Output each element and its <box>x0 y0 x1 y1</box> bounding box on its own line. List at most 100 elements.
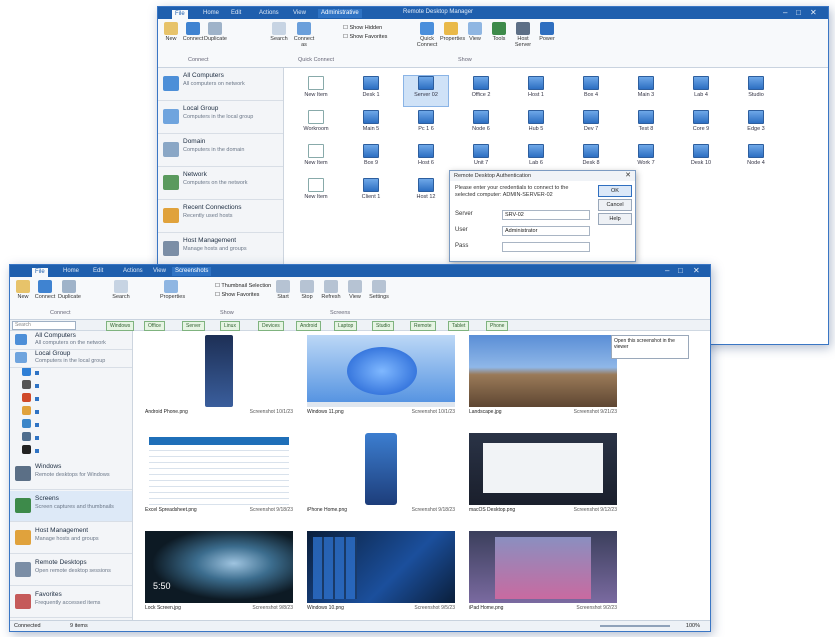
auth-password-field[interactable] <box>502 242 590 252</box>
screenshot-thumbnail[interactable]: Android Phone.png Screenshot 10/1/23 <box>145 335 293 425</box>
apple-icon[interactable] <box>22 380 31 389</box>
back-duplicate-button[interactable]: Duplicate <box>204 22 227 42</box>
front-new-button[interactable]: New <box>12 280 34 300</box>
back-properties-button[interactable]: Properties <box>440 22 465 42</box>
front-maximize-icon[interactable]: □ <box>678 266 683 275</box>
file-item[interactable]: Node 6 <box>459 110 503 140</box>
front-sidebar-item[interactable]: Remote Desktops Open remote desktop sessi… <box>10 555 132 586</box>
filter-chip[interactable]: Tablet <box>448 321 470 331</box>
front-contextual-tab[interactable]: Screenshots <box>172 267 212 276</box>
file-item[interactable]: Workroom <box>294 110 338 140</box>
filter-chip[interactable]: Phone <box>486 321 509 331</box>
auth-help-button[interactable]: Help <box>598 213 632 225</box>
front-tab-actions[interactable]: Actions <box>120 267 146 276</box>
file-item[interactable]: Host 12 <box>404 178 448 208</box>
file-item[interactable]: New Item <box>294 76 338 106</box>
file-item[interactable]: Desk 10 <box>679 144 723 174</box>
filter-chip[interactable]: Linux <box>220 321 240 331</box>
back-option-hidden[interactable]: ☐ Show Hidden <box>343 25 382 31</box>
file-item[interactable]: Server 02 <box>403 75 449 107</box>
back-sidebar-item[interactable]: All Computers All computers on network <box>158 68 283 101</box>
back-contextual-tab[interactable]: Administrative <box>318 9 362 18</box>
back-tab-home[interactable]: Home <box>200 9 222 18</box>
file-item[interactable]: New Item <box>294 178 338 208</box>
front-tab-home[interactable]: Home <box>60 267 82 276</box>
screenshot-thumbnail[interactable]: macOS Desktop.png Screenshot 9/12/23 <box>469 433 617 523</box>
file-item[interactable]: Test 8 <box>624 110 668 140</box>
file-item[interactable]: Core 9 <box>679 110 723 140</box>
file-item[interactable]: Desk 1 <box>349 76 393 106</box>
auth-user-field[interactable]: Administrator <box>502 226 590 236</box>
file-item[interactable]: Lab 4 <box>679 76 723 106</box>
windows-icon[interactable] <box>22 367 31 376</box>
file-item[interactable]: Host 1 <box>514 76 558 106</box>
front-tab-edit[interactable]: Edit <box>90 267 106 276</box>
zoom-slider[interactable] <box>600 625 670 627</box>
back-quickconnect-button[interactable]: Quick Connect <box>416 22 438 48</box>
screenshot-thumbnail[interactable]: Windows 10.png Screenshot 9/5/23 <box>307 531 455 621</box>
front-properties-button[interactable]: Properties <box>160 280 185 300</box>
front-minimize-icon[interactable]: – <box>665 266 669 275</box>
front-tab-file[interactable]: File <box>32 268 48 277</box>
filter-chip[interactable]: Office <box>144 321 165 331</box>
screenshot-thumbnail[interactable]: iPhone Home.png Screenshot 9/18/23 <box>307 433 455 523</box>
back-tab-file[interactable]: File <box>172 10 188 19</box>
front-sidebar-item[interactable]: Windows Remote desktops for Windows <box>10 459 132 490</box>
front-connect-button[interactable]: Connect <box>34 280 56 300</box>
linux-icon[interactable] <box>22 445 31 454</box>
auth-cancel-button[interactable]: Cancel <box>598 199 632 211</box>
filter-chip[interactable]: Studio <box>372 321 395 331</box>
back-tab-edit[interactable]: Edit <box>228 9 244 18</box>
screenshot-thumbnail[interactable]: Landscape.jpg Screenshot 9/21/23 <box>469 335 617 425</box>
front-sidebar-item[interactable]: Screens Screen captures and thumbnails <box>10 491 132 522</box>
front-option-thumbnail[interactable]: ☐ Thumbnail Selection <box>215 283 271 289</box>
back-tab-view[interactable]: View <box>290 9 309 18</box>
back-option-favorites[interactable]: ☐ Show Favorites <box>343 34 387 40</box>
back-sidebar-item[interactable]: Network Computers on the network <box>158 167 283 200</box>
front-tab-view[interactable]: View <box>150 267 169 276</box>
back-hostserver-button[interactable]: Host Server <box>512 22 534 48</box>
file-item[interactable]: Box 4 <box>569 76 613 106</box>
monitor-icon[interactable] <box>22 419 31 428</box>
back-tab-actions[interactable]: Actions <box>256 9 282 18</box>
back-minimize-icon[interactable]: – <box>783 8 787 17</box>
back-new-button[interactable]: New <box>160 22 182 42</box>
file-item[interactable]: Pc 1 6 <box>404 110 448 140</box>
auth-server-field[interactable]: SRV-02 <box>502 210 590 220</box>
front-sidebar-item[interactable]: Host Management Manage hosts and groups <box>10 523 132 554</box>
file-item[interactable]: Host 6 <box>404 144 448 174</box>
front-view-button[interactable]: View <box>344 280 366 300</box>
shield-icon[interactable] <box>22 393 31 402</box>
file-item[interactable]: Studio <box>734 76 778 106</box>
screenshot-thumbnail[interactable]: iPad Home.png Screenshot 9/2/23 <box>469 531 617 621</box>
back-tools-button[interactable]: Tools <box>488 22 510 42</box>
chrome-icon[interactable] <box>22 406 31 415</box>
back-search-button[interactable]: Search <box>268 22 290 42</box>
network-icon[interactable] <box>22 432 31 441</box>
front-sidebar-item[interactable]: Favorites Frequently accessed items <box>10 587 132 618</box>
back-sidebar-item[interactable]: Host Management Manage hosts and groups <box>158 233 283 266</box>
front-sidebar-item[interactable]: All Computers All computers on the networ… <box>10 331 132 350</box>
file-item[interactable]: Box 9 <box>349 144 393 174</box>
filter-chip[interactable]: Devices <box>258 321 284 331</box>
front-stop-button[interactable]: Stop <box>296 280 318 300</box>
back-connectas-button[interactable]: Connect as <box>293 22 315 48</box>
front-search-input[interactable]: Search <box>12 321 76 330</box>
file-item[interactable]: Node 4 <box>734 144 778 174</box>
front-settings-button[interactable]: Settings <box>368 280 390 300</box>
file-item[interactable]: Hub 5 <box>514 110 558 140</box>
front-option-favorites[interactable]: ☐ Show Favorites <box>215 292 259 298</box>
front-sidebar-item[interactable]: Local Group Computers in the local group <box>10 349 132 368</box>
back-sidebar-item[interactable]: Recent Connections Recently used hosts <box>158 200 283 233</box>
status-zoom[interactable]: 100% <box>686 623 700 629</box>
file-item[interactable]: New Item <box>294 144 338 174</box>
back-view-button[interactable]: View <box>464 22 486 42</box>
screenshot-thumbnail[interactable]: Windows 11.png Screenshot 10/1/23 <box>307 335 455 425</box>
front-refresh-button[interactable]: Refresh <box>320 280 342 300</box>
front-start-button[interactable]: Start <box>272 280 294 300</box>
back-power-button[interactable]: Power <box>536 22 558 42</box>
auth-ok-button[interactable]: OK <box>598 185 632 197</box>
filter-chip[interactable]: Server <box>182 321 205 331</box>
filter-chip[interactable]: Remote <box>410 321 436 331</box>
screenshot-thumbnail[interactable]: Excel Spreadsheet.png Screenshot 9/18/23 <box>145 433 293 523</box>
